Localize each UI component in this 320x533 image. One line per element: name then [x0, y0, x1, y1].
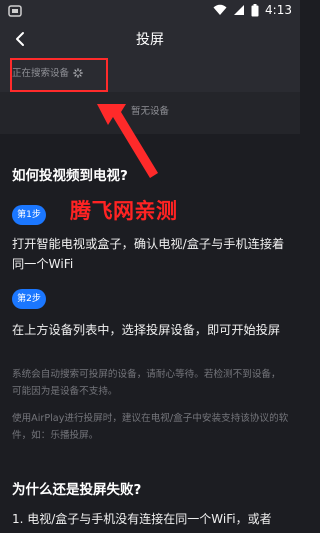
search-note: 系统会自动搜索可投屏的设备，请耐心等待。若检测不到设备，可能因为是设备不支持。: [12, 369, 281, 397]
step-2-text: 在上方设备列表中，选择投屏设备，即可开始投屏: [12, 323, 281, 337]
signal-icon: [234, 5, 245, 15]
step-2-badge: 第2步: [12, 289, 46, 309]
step-1-badge: 第1步: [12, 205, 46, 225]
status-bar: 4:13: [0, 0, 300, 24]
nav-bar: 投屏: [0, 24, 300, 54]
airplay-note: 使用AirPlay进行投屏时，建议在电视/盒子中安装支持该协议的软件，如：乐播投…: [12, 413, 289, 441]
status-icons: 4:13: [213, 3, 292, 17]
fail-item-1: 1. 电视/盒子与手机没有连接在同一个WiFi，或者: [12, 512, 272, 526]
red-arrow-annotation: [97, 104, 158, 178]
step-1-text: 打开智能电视或盒子，确认电视/盒子与手机连接着同一个WiFi: [12, 237, 285, 271]
app-notification-icon: [8, 5, 22, 17]
status-time: 4:13: [265, 3, 292, 17]
highlight-box-annotation: [10, 58, 108, 92]
battery-icon: [251, 3, 259, 16]
fail-title: 为什么还是投屏失败?: [12, 482, 142, 498]
wifi-icon: [213, 4, 227, 15]
page-title: 投屏: [136, 32, 164, 48]
